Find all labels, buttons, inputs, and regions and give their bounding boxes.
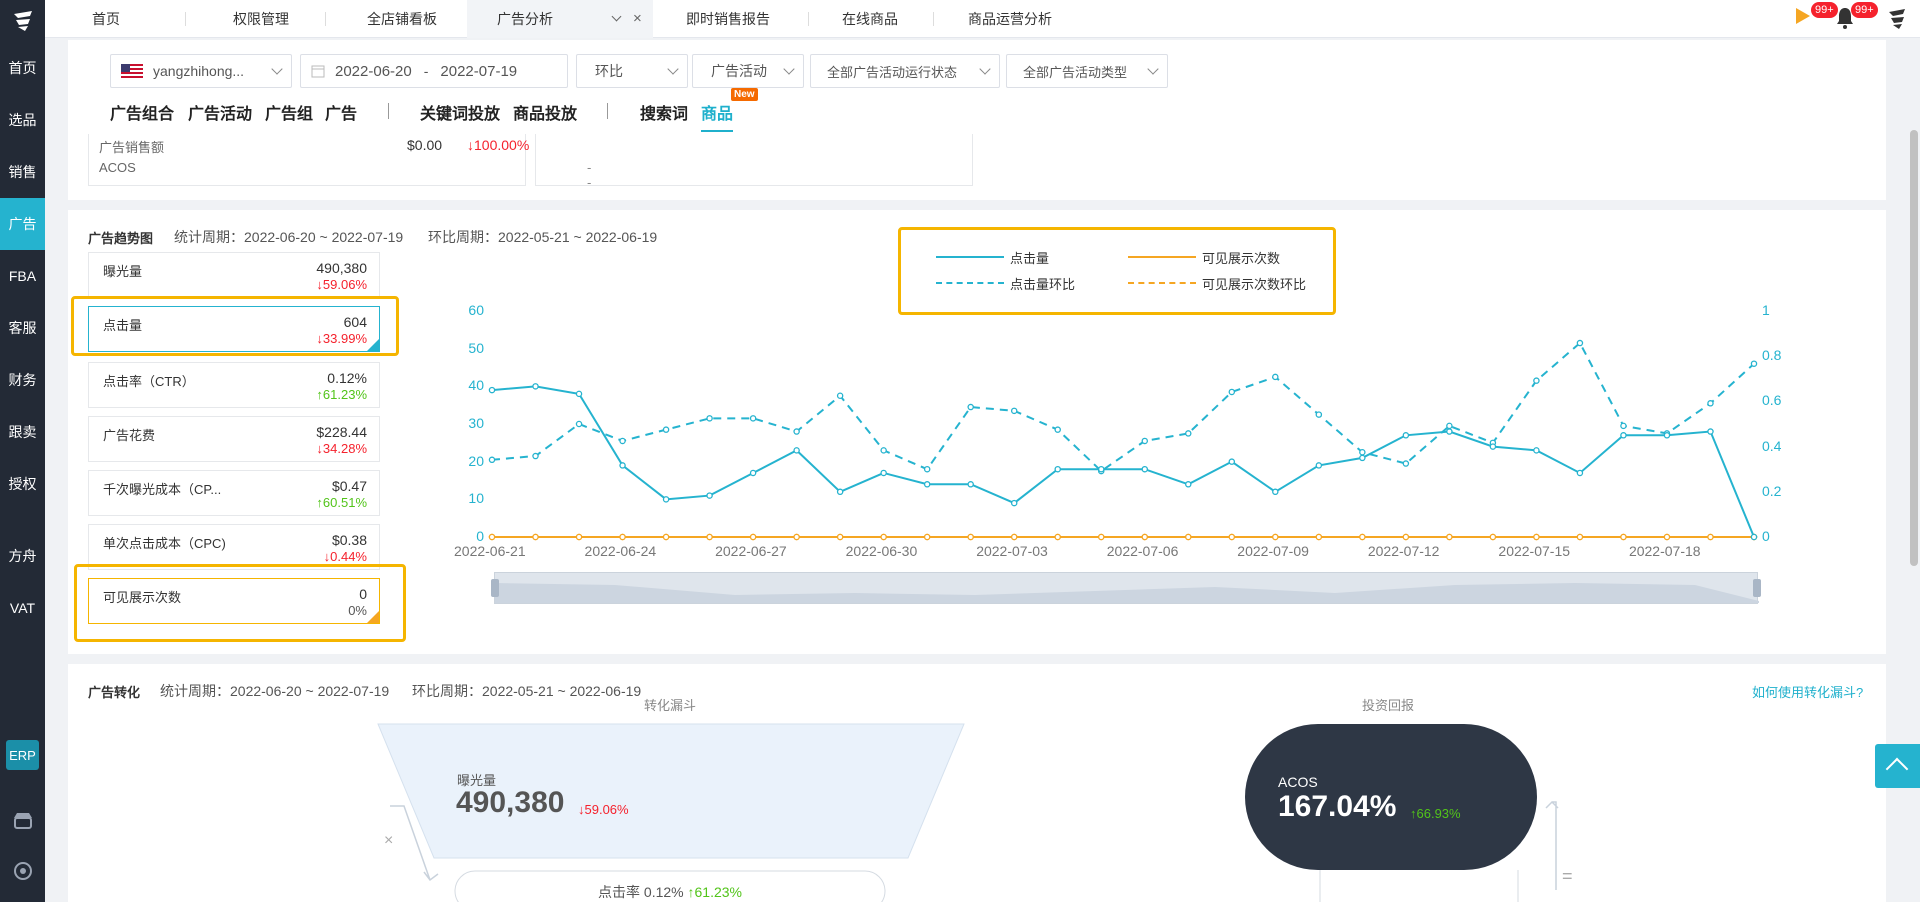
funnel-ctr-change: ↑61.23% [687,884,742,900]
equals-symbol: = [1562,866,1573,886]
roi-acos-label: ACOS [1278,774,1318,790]
funnel-ctr-row: 点击率 0.12% ↑61.23% [455,882,885,902]
chevron-up-icon [1885,757,1909,781]
page-scrollbar[interactable] [1910,130,1918,566]
times-symbol: × [384,832,394,849]
funnel-graphic [377,723,1559,902]
funnel-ctr-value: 0.12% [643,884,684,900]
roi-acos-value: 167.04% [1278,790,1397,823]
back-to-top-button[interactable] [1875,744,1920,788]
funnel-impressions-change: ↓59.06% [578,802,629,817]
funnel-ctr-label: 点击率 [598,884,641,900]
funnel-impressions-value: 490,380 [456,786,565,819]
roi-acos-change: ↑66.93% [1410,806,1461,821]
